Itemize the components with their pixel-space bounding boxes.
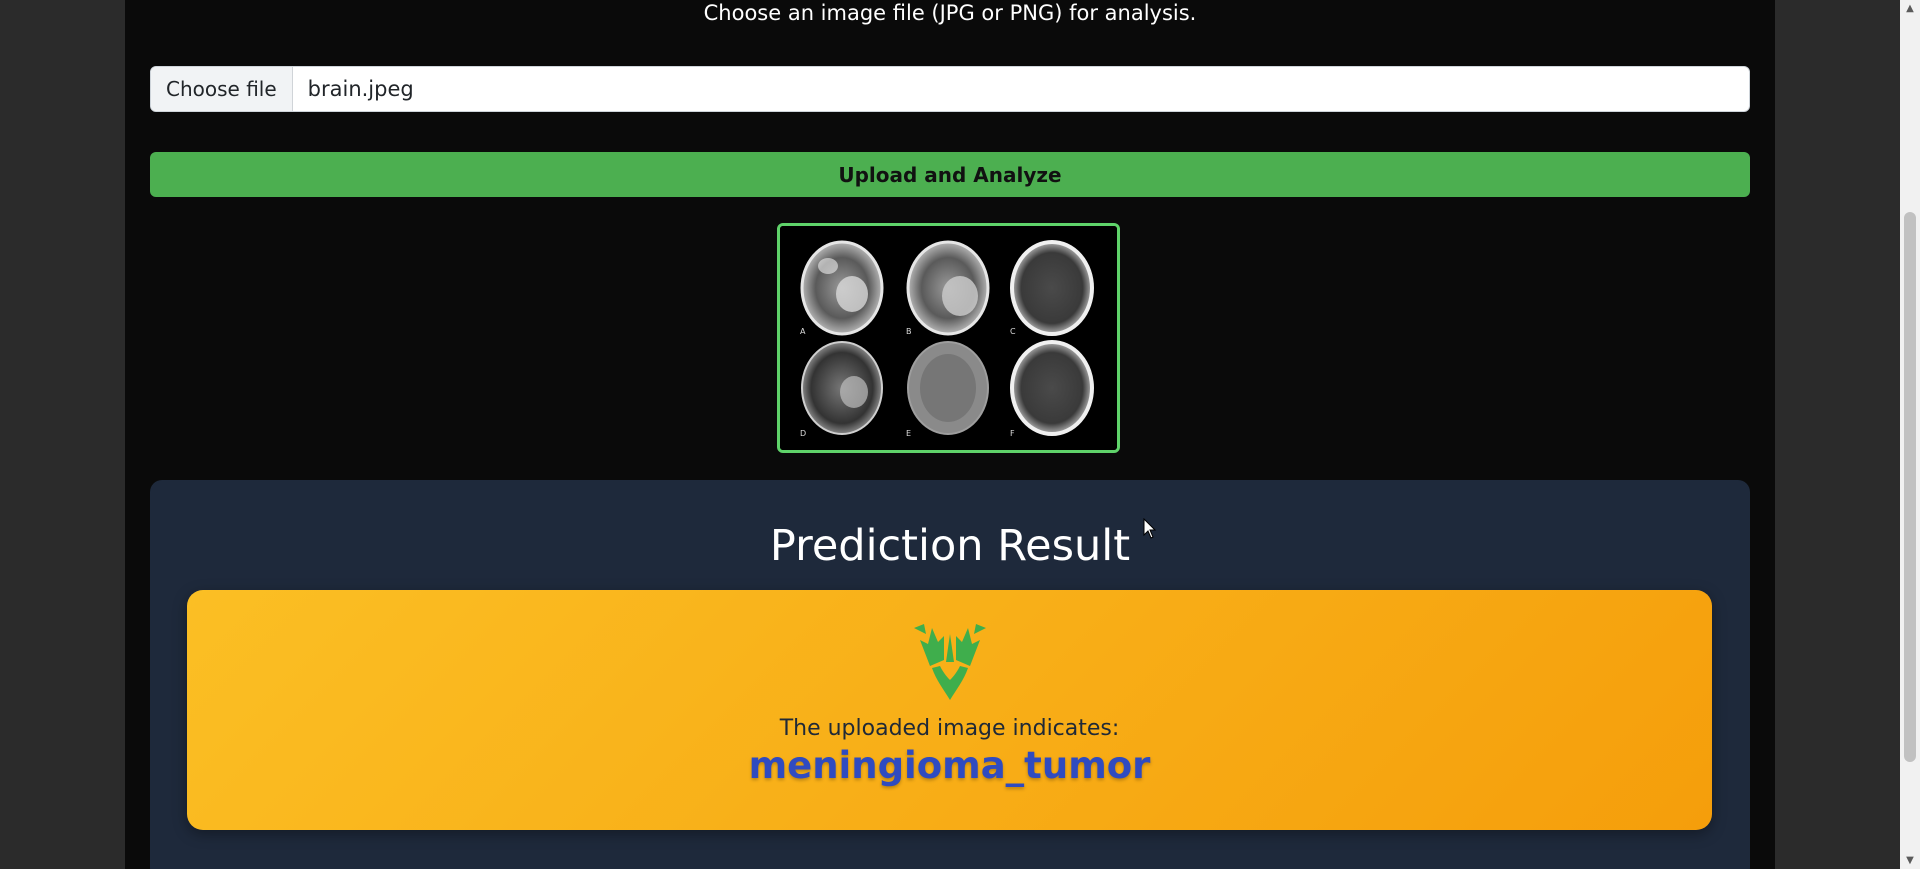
prediction-value: meningioma_tumor (748, 744, 1151, 787)
result-title: Prediction Result (769, 521, 1131, 571)
scan-panel-f (1010, 340, 1094, 436)
mouse-cursor-icon (1143, 518, 1157, 539)
panel-letter-b: B (906, 327, 912, 336)
panel-letter-e: E (906, 429, 911, 438)
main-panel: Choose an image file (JPG or PNG) for an… (125, 0, 1775, 869)
upload-analyze-button[interactable]: Upload and Analyze (150, 152, 1750, 197)
scan-panel-e (907, 341, 989, 435)
tree-icon (910, 620, 990, 702)
uploaded-image-preview: A B C D E F (777, 223, 1120, 453)
scan-panel-a (800, 240, 884, 336)
panel-letter-f: F (1010, 429, 1015, 438)
upload-instruction: Choose an image file (JPG or PNG) for an… (703, 1, 1197, 25)
result-label: The uploaded image indicates: (779, 716, 1120, 741)
choose-file-button[interactable]: Choose file (151, 67, 293, 111)
scroll-up-arrow-icon[interactable]: ▲ (1900, 0, 1920, 17)
file-input[interactable]: Choose file brain.jpeg (150, 66, 1750, 112)
panel-letter-d: D (800, 429, 806, 438)
scrollbar-thumb[interactable] (1904, 212, 1916, 762)
selected-file-name: brain.jpeg (307, 77, 414, 101)
scan-panel-c (1010, 240, 1094, 336)
result-card: The uploaded image indicates: meningioma… (187, 590, 1712, 830)
panel-letter-c: C (1010, 327, 1016, 336)
scan-panel-b (906, 240, 990, 336)
panel-letter-a: A (800, 327, 806, 336)
page: Choose an image file (JPG or PNG) for an… (0, 0, 1920, 869)
mri-scan-image: A B C D E F (780, 226, 1117, 450)
scroll-down-arrow-icon[interactable]: ▼ (1900, 852, 1920, 869)
scan-panel-d (801, 341, 883, 435)
prediction-result-panel: Prediction Result The uploaded image ind… (150, 480, 1750, 869)
vertical-scrollbar[interactable]: ▲ ▼ (1900, 0, 1920, 869)
